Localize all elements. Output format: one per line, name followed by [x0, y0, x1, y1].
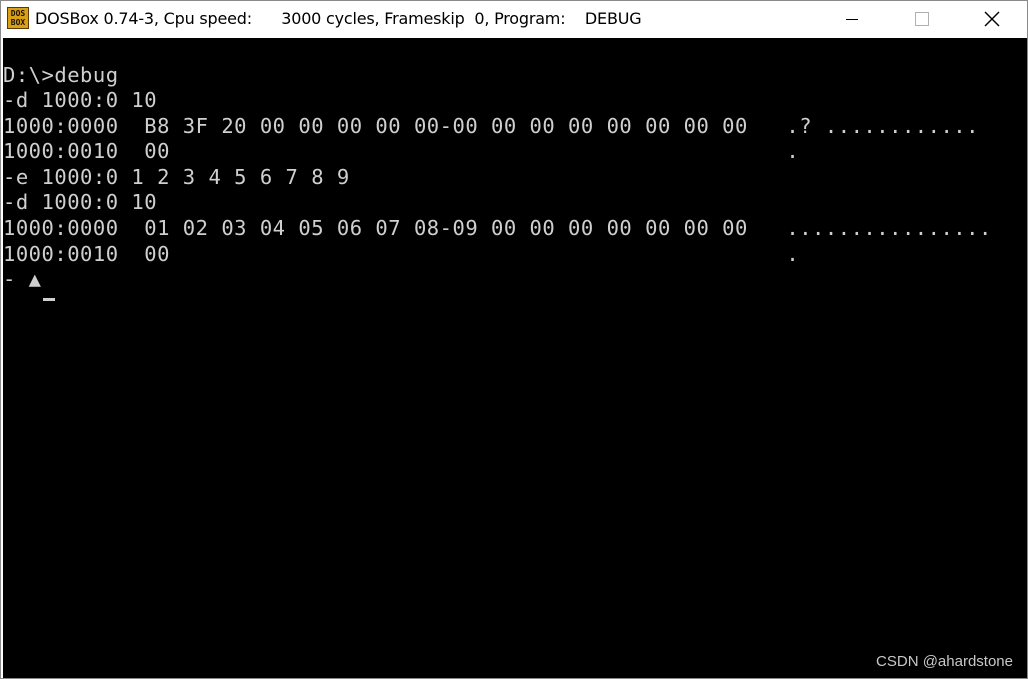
maximize-icon [915, 12, 929, 26]
maximize-button[interactable] [887, 1, 957, 37]
terminal-line: -e 1000:0 1 2 3 4 5 6 7 8 9 [3, 165, 350, 189]
terminal-line: -d 1000:0 10 [3, 88, 158, 112]
close-button[interactable] [957, 1, 1027, 37]
terminal-line: 1000:0000 B8 3F 20 00 00 00 00 00-00 00 … [3, 114, 979, 138]
terminal-line: 1000:0010 00 . [3, 139, 800, 163]
dosbox-app-icon[interactable]: DOS BOX [7, 7, 29, 29]
close-icon [984, 11, 1000, 27]
window-title: DOSBox 0.74-3, Cpu speed: 3000 cycles, F… [35, 9, 642, 28]
app-icon-text-bottom: BOX [10, 18, 26, 27]
terminal-line: 1000:0000 01 02 03 04 05 06 07 08-09 00 … [3, 216, 992, 240]
text-cursor [43, 298, 55, 301]
dos-terminal[interactable]: D:\>debug -d 1000:0 10 1000:0000 B8 3F 2… [3, 38, 1027, 678]
minimize-icon [846, 19, 858, 20]
title-bar[interactable]: DOS BOX DOSBox 0.74-3, Cpu speed: 3000 c… [1, 1, 1027, 37]
terminal-prompt-line: - ▲ [3, 267, 42, 291]
terminal-line: -d 1000:0 10 [3, 190, 158, 214]
app-icon-text-top: DOS [10, 9, 26, 18]
minimize-button[interactable] [817, 1, 887, 37]
terminal-line: D:\>debug [3, 63, 119, 87]
terminal-line: 1000:0010 00 . [3, 242, 800, 266]
dosbox-window: DOS BOX DOSBox 0.74-3, Cpu speed: 3000 c… [0, 0, 1028, 679]
csdn-watermark: CSDN @ahardstone [876, 653, 1013, 670]
